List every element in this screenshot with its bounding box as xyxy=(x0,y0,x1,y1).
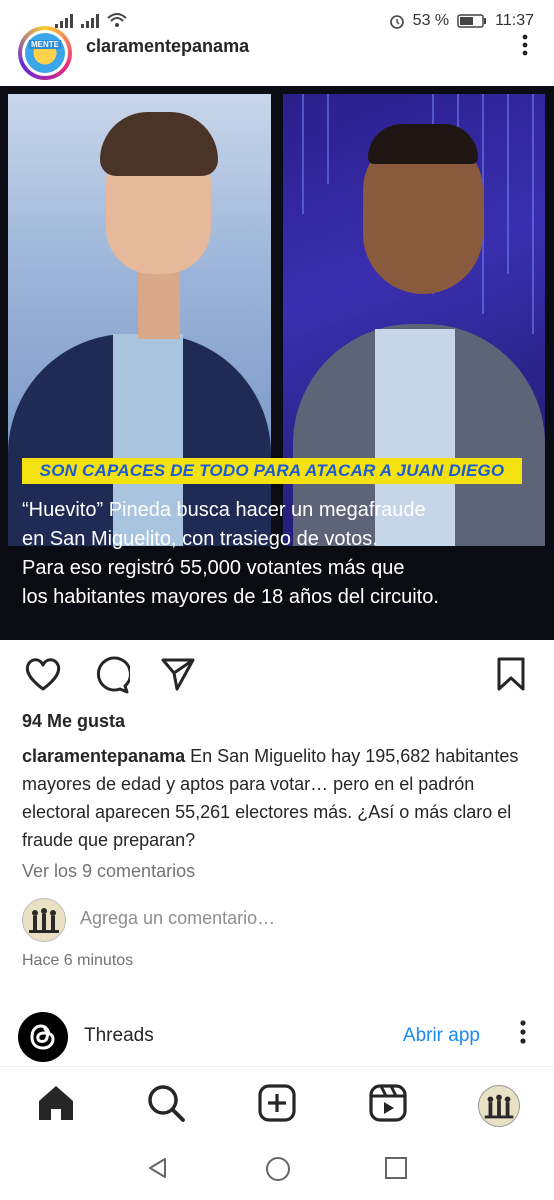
add-comment-row[interactable]: Agrega un comentario… xyxy=(22,898,542,942)
alarm-icon xyxy=(389,15,404,29)
recents-icon[interactable] xyxy=(384,1156,408,1185)
threads-icon[interactable] xyxy=(18,1012,68,1062)
view-comments-link[interactable]: Ver los 9 comentarios xyxy=(22,861,195,882)
search-icon[interactable] xyxy=(144,1081,188,1125)
bookmark-icon[interactable] xyxy=(496,656,526,697)
home-button-icon[interactable] xyxy=(265,1156,291,1187)
image-caption-line: “Huevito” Pineda busca hacer un megafrau… xyxy=(22,499,426,521)
post-caption: claramentepanama En San Miguelito hay 19… xyxy=(22,742,537,854)
home-icon[interactable] xyxy=(34,1081,78,1125)
back-icon[interactable] xyxy=(146,1156,170,1185)
headline-text: SON CAPACES DE TODO PARA ATACAR A JUAN D… xyxy=(39,461,505,480)
clock: 11:37 xyxy=(495,12,534,29)
image-caption-line: los habitantes mayores de 18 años del ci… xyxy=(22,586,439,608)
new-post-icon[interactable] xyxy=(255,1081,299,1125)
bottom-navigation xyxy=(0,1066,554,1139)
caption-username[interactable]: claramentepanama xyxy=(22,746,185,766)
battery-percent: 53 % xyxy=(412,12,450,29)
post-header: MENTE claramentepanama xyxy=(0,26,554,86)
system-navigation xyxy=(0,1138,554,1200)
avatar-logo: MENTE xyxy=(25,33,65,73)
threads-label: Threads xyxy=(84,1025,154,1046)
user-avatar xyxy=(22,898,66,942)
image-caption-line: en San Miguelito, con trasiego de votos. xyxy=(22,528,378,550)
post-actions xyxy=(0,652,554,702)
send-icon[interactable] xyxy=(160,656,196,697)
more-options-icon[interactable] xyxy=(522,34,528,60)
comment-icon[interactable] xyxy=(92,656,132,699)
wifi-icon xyxy=(107,13,127,27)
battery-icon xyxy=(457,14,487,28)
open-app-button[interactable]: Abrir app xyxy=(403,1025,480,1047)
status-right: 53 % 11:37 xyxy=(389,12,534,30)
threads-more-icon[interactable] xyxy=(520,1020,526,1048)
reels-icon[interactable] xyxy=(366,1081,410,1125)
image-caption: “Huevito” Pineda busca hacer un megafrau… xyxy=(22,496,542,612)
signal-icon-2 xyxy=(81,14,99,28)
post-image[interactable]: SON CAPACES DE TODO PARA ATACAR A JUAN D… xyxy=(0,86,554,640)
image-caption-line: Para eso registró 55,000 votantes más qu… xyxy=(22,557,405,579)
signal-icon xyxy=(55,14,73,28)
post-timestamp: Hace 6 minutos xyxy=(22,952,134,969)
signal-indicators xyxy=(55,12,127,28)
author-avatar[interactable]: MENTE xyxy=(18,26,72,80)
profile-avatar[interactable] xyxy=(478,1085,520,1127)
threads-banner: Threads Abrir app xyxy=(0,1010,554,1064)
post-username[interactable]: claramentepanama xyxy=(86,36,249,57)
like-count[interactable]: 94 Me gusta xyxy=(22,711,125,732)
heart-icon[interactable] xyxy=(24,656,62,697)
comment-input[interactable]: Agrega un comentario… xyxy=(80,908,275,929)
